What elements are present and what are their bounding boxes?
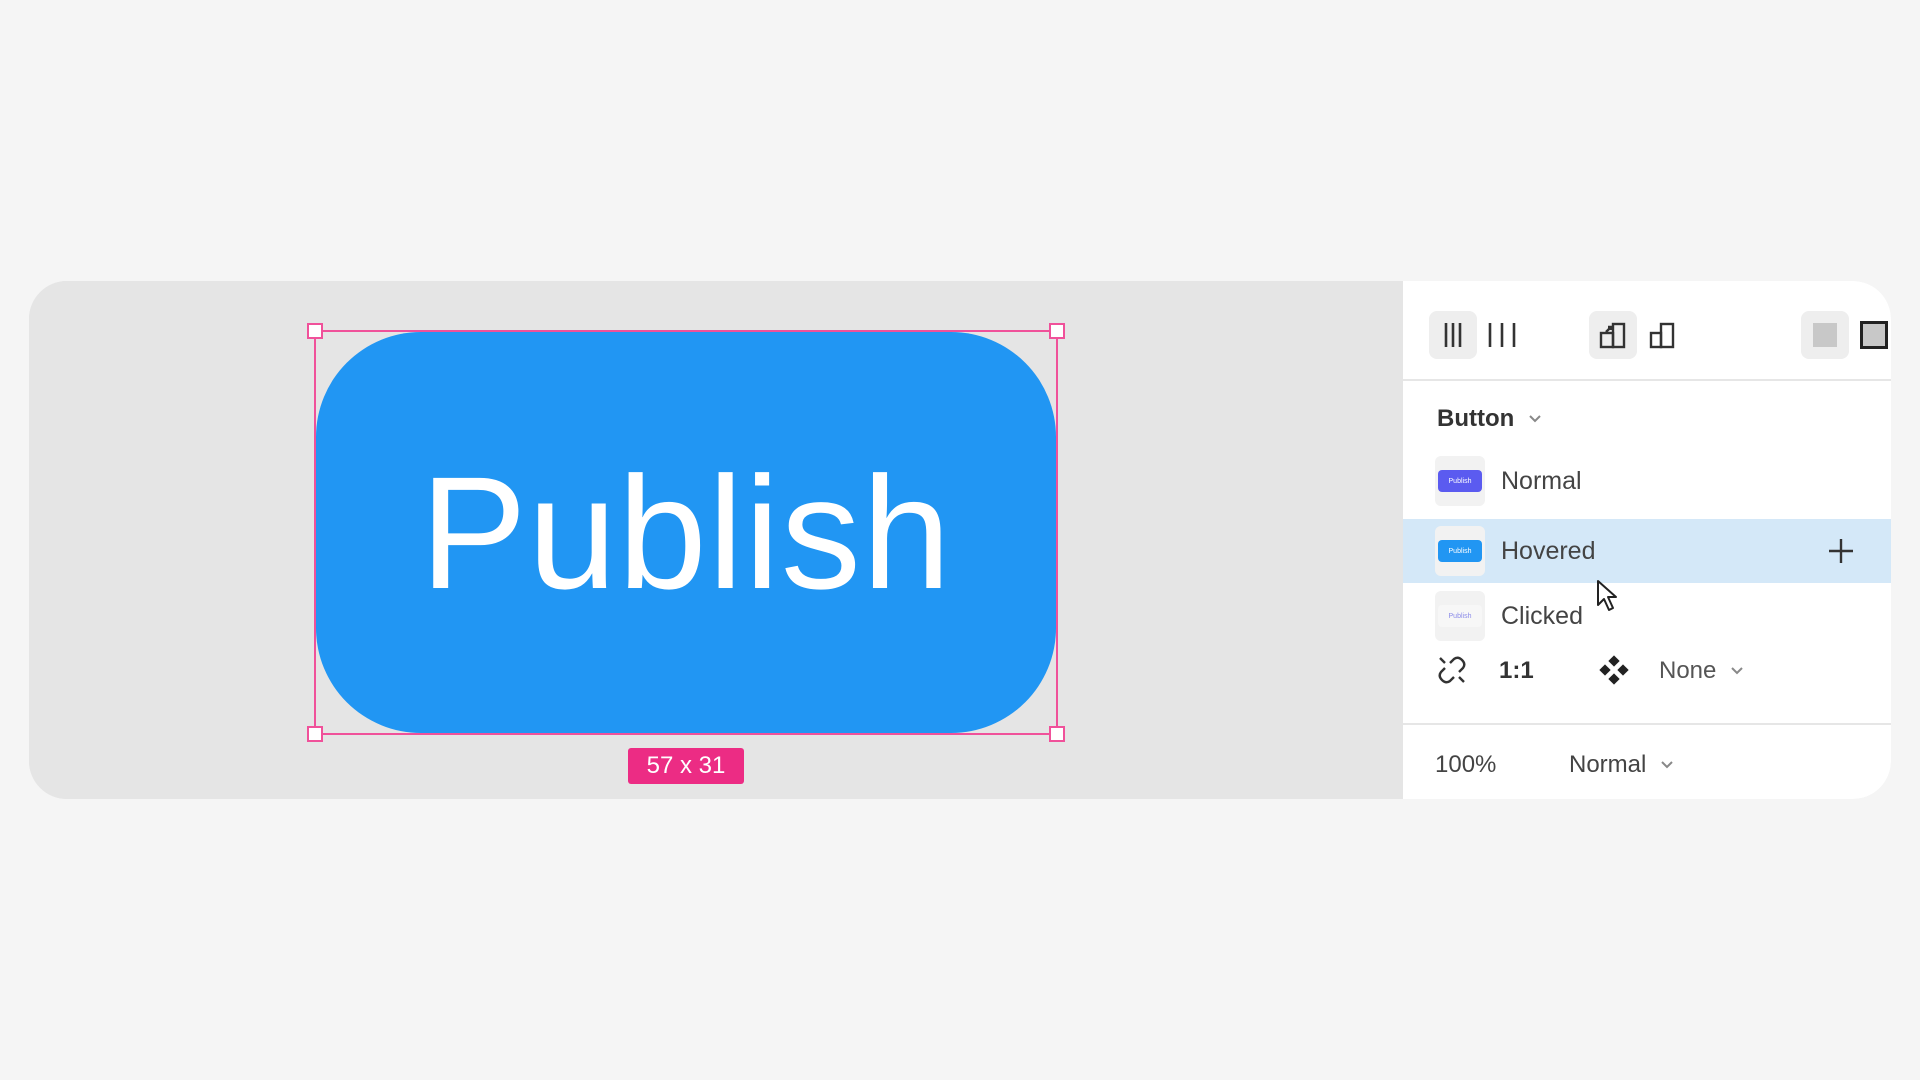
variant-thumbnail: Publish <box>1435 526 1485 576</box>
component-select-value: None <box>1659 657 1717 684</box>
variant-label: Hovered <box>1501 536 1596 565</box>
properties-panel: Button Publish Normal Publish Hovered Pu… <box>1403 281 1891 799</box>
mini-publish-preview: Publish <box>1438 470 1482 492</box>
resize-handle-top-left[interactable] <box>307 323 323 339</box>
divider <box>1403 723 1891 725</box>
component-select[interactable]: None <box>1659 657 1744 685</box>
panel-toolbar <box>1403 281 1891 381</box>
opacity-field[interactable]: 100% <box>1435 751 1496 779</box>
mouse-cursor-icon <box>1596 579 1620 613</box>
variant-thumbnail: Publish <box>1435 456 1485 506</box>
chevron-down-icon <box>1529 415 1542 423</box>
component-title: Button <box>1437 405 1515 432</box>
scale-down-icon[interactable] <box>1638 311 1686 359</box>
variant-hovered[interactable]: Publish Hovered <box>1403 519 1891 583</box>
variant-label: Normal <box>1501 466 1582 495</box>
dimensions-badge: 57 x 31 <box>628 748 744 784</box>
component-dropdown[interactable]: Button <box>1437 405 1542 433</box>
distribute-columns-icon[interactable] <box>1478 311 1526 359</box>
align-columns-icon[interactable] <box>1429 311 1477 359</box>
canvas[interactable]: Publish 57 x 31 <box>29 281 1403 799</box>
chevron-down-icon <box>1661 761 1674 769</box>
component-props-row: 1:1 None <box>1403 641 1891 705</box>
variant-label: Clicked <box>1501 601 1583 630</box>
selected-element[interactable]: Publish <box>307 323 1065 742</box>
resize-handle-bottom-right[interactable] <box>1049 726 1065 742</box>
variant-thumbnail: Publish <box>1435 591 1485 641</box>
chevron-down-icon <box>1731 667 1744 675</box>
ratio-label[interactable]: 1:1 <box>1499 657 1534 685</box>
variant-normal[interactable]: Publish Normal <box>1403 449 1891 513</box>
publish-button[interactable]: Publish <box>316 332 1056 733</box>
unlink-icon[interactable] <box>1437 655 1467 692</box>
editor-card: Publish 57 x 31 Button Publish Normal Pu… <box>29 281 1891 799</box>
resize-handle-bottom-left[interactable] <box>307 726 323 742</box>
add-icon[interactable] <box>1823 533 1859 569</box>
scale-up-icon[interactable] <box>1589 311 1637 359</box>
stroke-square-icon[interactable] <box>1850 311 1891 359</box>
mini-publish-preview: Publish <box>1438 540 1482 562</box>
fill-square-icon[interactable] <box>1801 311 1849 359</box>
publish-button-label: Publish <box>420 442 952 622</box>
mini-publish-preview: Publish <box>1438 605 1482 627</box>
variant-clicked[interactable]: Publish Clicked <box>1403 584 1891 648</box>
resize-handle-top-right[interactable] <box>1049 323 1065 339</box>
blend-mode-select[interactable]: Normal <box>1569 751 1674 779</box>
component-icon[interactable] <box>1599 655 1629 692</box>
blend-mode-value: Normal <box>1569 751 1647 778</box>
